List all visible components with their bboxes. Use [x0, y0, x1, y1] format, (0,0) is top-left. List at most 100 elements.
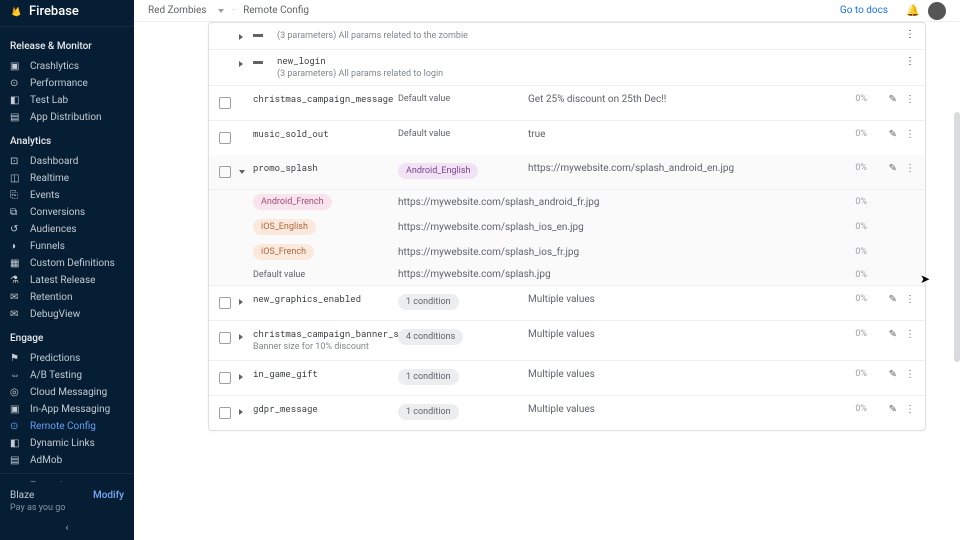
param-name: music_sold_out	[253, 129, 398, 140]
nav-label: A/B Testing	[30, 370, 82, 381]
nav-label: Audiences	[30, 224, 77, 235]
nav-icon: ⚑	[10, 353, 22, 364]
param-row[interactable]: gdpr_message1 conditionMultiple values0%…	[209, 396, 925, 430]
edit-icon[interactable]: ✎	[889, 163, 897, 174]
edit-icon[interactable]: ✎	[889, 129, 897, 140]
fetch-pct: 0%	[835, 294, 875, 304]
condition-chip[interactable]: iOS_English	[253, 219, 316, 235]
condition-chip[interactable]: iOS_French	[253, 244, 314, 260]
fetch-pct: 0%	[835, 129, 875, 139]
edit-icon[interactable]: ✎	[889, 404, 897, 415]
edit-icon[interactable]: ✎	[889, 94, 897, 105]
checkbox[interactable]	[219, 297, 231, 309]
checkbox[interactable]	[219, 407, 231, 419]
sidebar-item-audiences[interactable]: ↺Audiences	[0, 221, 134, 238]
param-row[interactable]: christmas_campaign_banner_sizeBanner siz…	[209, 321, 925, 361]
modify-link[interactable]: Modify	[93, 490, 124, 501]
group-subtitle: (3 parameters) All params related to the…	[277, 31, 905, 41]
section-title: Release & Monitor	[0, 31, 134, 58]
breadcrumb-section[interactable]: Remote Config	[243, 5, 309, 16]
param-name: christmas_campaign_message	[253, 94, 398, 105]
notifications-icon[interactable]: 🔔	[904, 2, 922, 20]
chevron-down-icon	[218, 9, 224, 13]
edit-icon[interactable]: ✎	[889, 294, 897, 305]
checkbox[interactable]	[219, 166, 231, 178]
more-icon[interactable]: ⋮	[905, 163, 915, 174]
more-icon[interactable]: ⋮	[905, 129, 915, 140]
fetch-pct: 0%	[835, 247, 875, 257]
condition-count-chip[interactable]: 1 condition	[398, 404, 459, 420]
sidebar-item-dynamic-links[interactable]: ◧Dynamic Links	[0, 435, 134, 452]
param-row[interactable]: christmas_campaign_messageDefault valueG…	[209, 86, 925, 121]
sidebar-item-admob[interactable]: ▤AdMob	[0, 452, 134, 469]
sidebar-item-performance[interactable]: ⊙Performance	[0, 75, 134, 92]
fetch-pct: 0%	[835, 270, 875, 280]
condition-chip[interactable]: Android_English	[398, 163, 478, 179]
folder-icon: ▬	[253, 29, 269, 40]
nav-label: In-App Messaging	[30, 404, 110, 415]
condition-count-chip[interactable]: 4 conditions	[398, 329, 463, 345]
sidebar-item-latest-release[interactable]: ⚗Latest Release	[0, 272, 134, 289]
expand-icon[interactable]	[239, 374, 243, 380]
param-value: Multiple values	[528, 369, 835, 380]
checkbox[interactable]	[219, 97, 231, 109]
edit-icon[interactable]: ✎	[889, 369, 897, 380]
condition-count-chip[interactable]: 1 condition	[398, 294, 459, 310]
param-value: https://mywebsite.com/splash_android_fr.…	[398, 197, 835, 208]
edit-icon[interactable]: ✎	[889, 329, 897, 340]
param-group-row[interactable]: ▬ (3 parameters) All params related to t…	[209, 23, 925, 50]
checkbox[interactable]	[219, 132, 231, 144]
more-icon[interactable]: ⋮	[905, 94, 915, 105]
fetch-pct: 0%	[835, 369, 875, 379]
param-group-row[interactable]: ▬ new_login (3 parameters) All params re…	[209, 50, 925, 86]
avatar[interactable]	[928, 2, 946, 20]
sidebar-item-in-app-messaging[interactable]: ▣In-App Messaging	[0, 401, 134, 418]
sidebar-item-debugview[interactable]: ✉DebugView	[0, 306, 134, 323]
expand-icon[interactable]	[239, 61, 243, 67]
condition-label: Default value	[398, 94, 528, 104]
condition-chip[interactable]: Android_French	[253, 194, 332, 210]
sidebar-item-retention[interactable]: ✉Retention	[0, 289, 134, 306]
section-title: Engage	[0, 323, 134, 350]
sidebar-item-cloud-messaging[interactable]: ◎Cloud Messaging	[0, 384, 134, 401]
more-icon[interactable]: ⋮	[905, 404, 915, 415]
param-row[interactable]: new_graphics_enabled1 conditionMultiple …	[209, 286, 925, 321]
sidebar-item-a-b-testing[interactable]: ⇔A/B Testing	[0, 367, 134, 384]
sidebar-item-conversions[interactable]: ⧉Conversions	[0, 204, 134, 221]
more-icon[interactable]: ⋮	[905, 369, 915, 380]
expand-icon[interactable]	[239, 409, 243, 415]
sidebar-item-events[interactable]: ⎘Events	[0, 187, 134, 204]
sidebar-item-custom-definitions[interactable]: ▦Custom Definitions	[0, 255, 134, 272]
sidebar-item-realtime[interactable]: ◫Realtime	[0, 170, 134, 187]
condition-subrow: Android_French https://mywebsite.com/spla…	[209, 190, 925, 215]
folder-icon: ▬	[253, 56, 269, 67]
sidebar-item-crashlytics[interactable]: ▣Crashlytics	[0, 58, 134, 75]
sidebar-item-funnels[interactable]: ◑Funnels	[0, 238, 134, 255]
sidebar-item-remote-config[interactable]: ⊙Remote Config	[0, 418, 134, 435]
more-icon[interactable]: ⋮	[905, 56, 915, 67]
go-to-docs-link[interactable]: Go to docs	[840, 5, 888, 16]
plan-name: Blaze	[10, 490, 34, 501]
expand-icon[interactable]	[239, 334, 243, 340]
collapse-sidebar-button[interactable]: ‹	[0, 515, 134, 540]
more-icon[interactable]: ⋮	[905, 294, 915, 305]
expand-icon[interactable]	[239, 34, 243, 40]
checkbox[interactable]	[219, 332, 231, 344]
more-icon[interactable]: ⋮	[905, 329, 915, 340]
checkbox[interactable]	[219, 372, 231, 384]
more-icon[interactable]: ⋮	[905, 29, 915, 40]
param-row[interactable]: promo_splash Android_English https://myw…	[209, 155, 925, 190]
scrollbar[interactable]	[954, 112, 960, 362]
sidebar-item-predictions[interactable]: ⚑Predictions	[0, 350, 134, 367]
project-selector[interactable]: Red Zombies	[148, 5, 206, 16]
collapse-icon[interactable]	[239, 170, 245, 174]
sidebar-item-dashboard[interactable]: ⊡Dashboard	[0, 153, 134, 170]
fetch-pct: 0%	[835, 163, 875, 173]
param-row[interactable]: in_game_gift1 conditionMultiple values0%…	[209, 361, 925, 396]
condition-count-chip[interactable]: 1 condition	[398, 369, 459, 385]
expand-icon[interactable]	[239, 299, 243, 305]
sidebar-item-test-lab[interactable]: ◧Test Lab	[0, 92, 134, 109]
sidebar-item-app-distribution[interactable]: ▤App Distribution	[0, 109, 134, 126]
param-row[interactable]: music_sold_outDefault valuetrue0%✎⋮	[209, 121, 925, 155]
brand[interactable]: Firebase	[0, 0, 134, 22]
